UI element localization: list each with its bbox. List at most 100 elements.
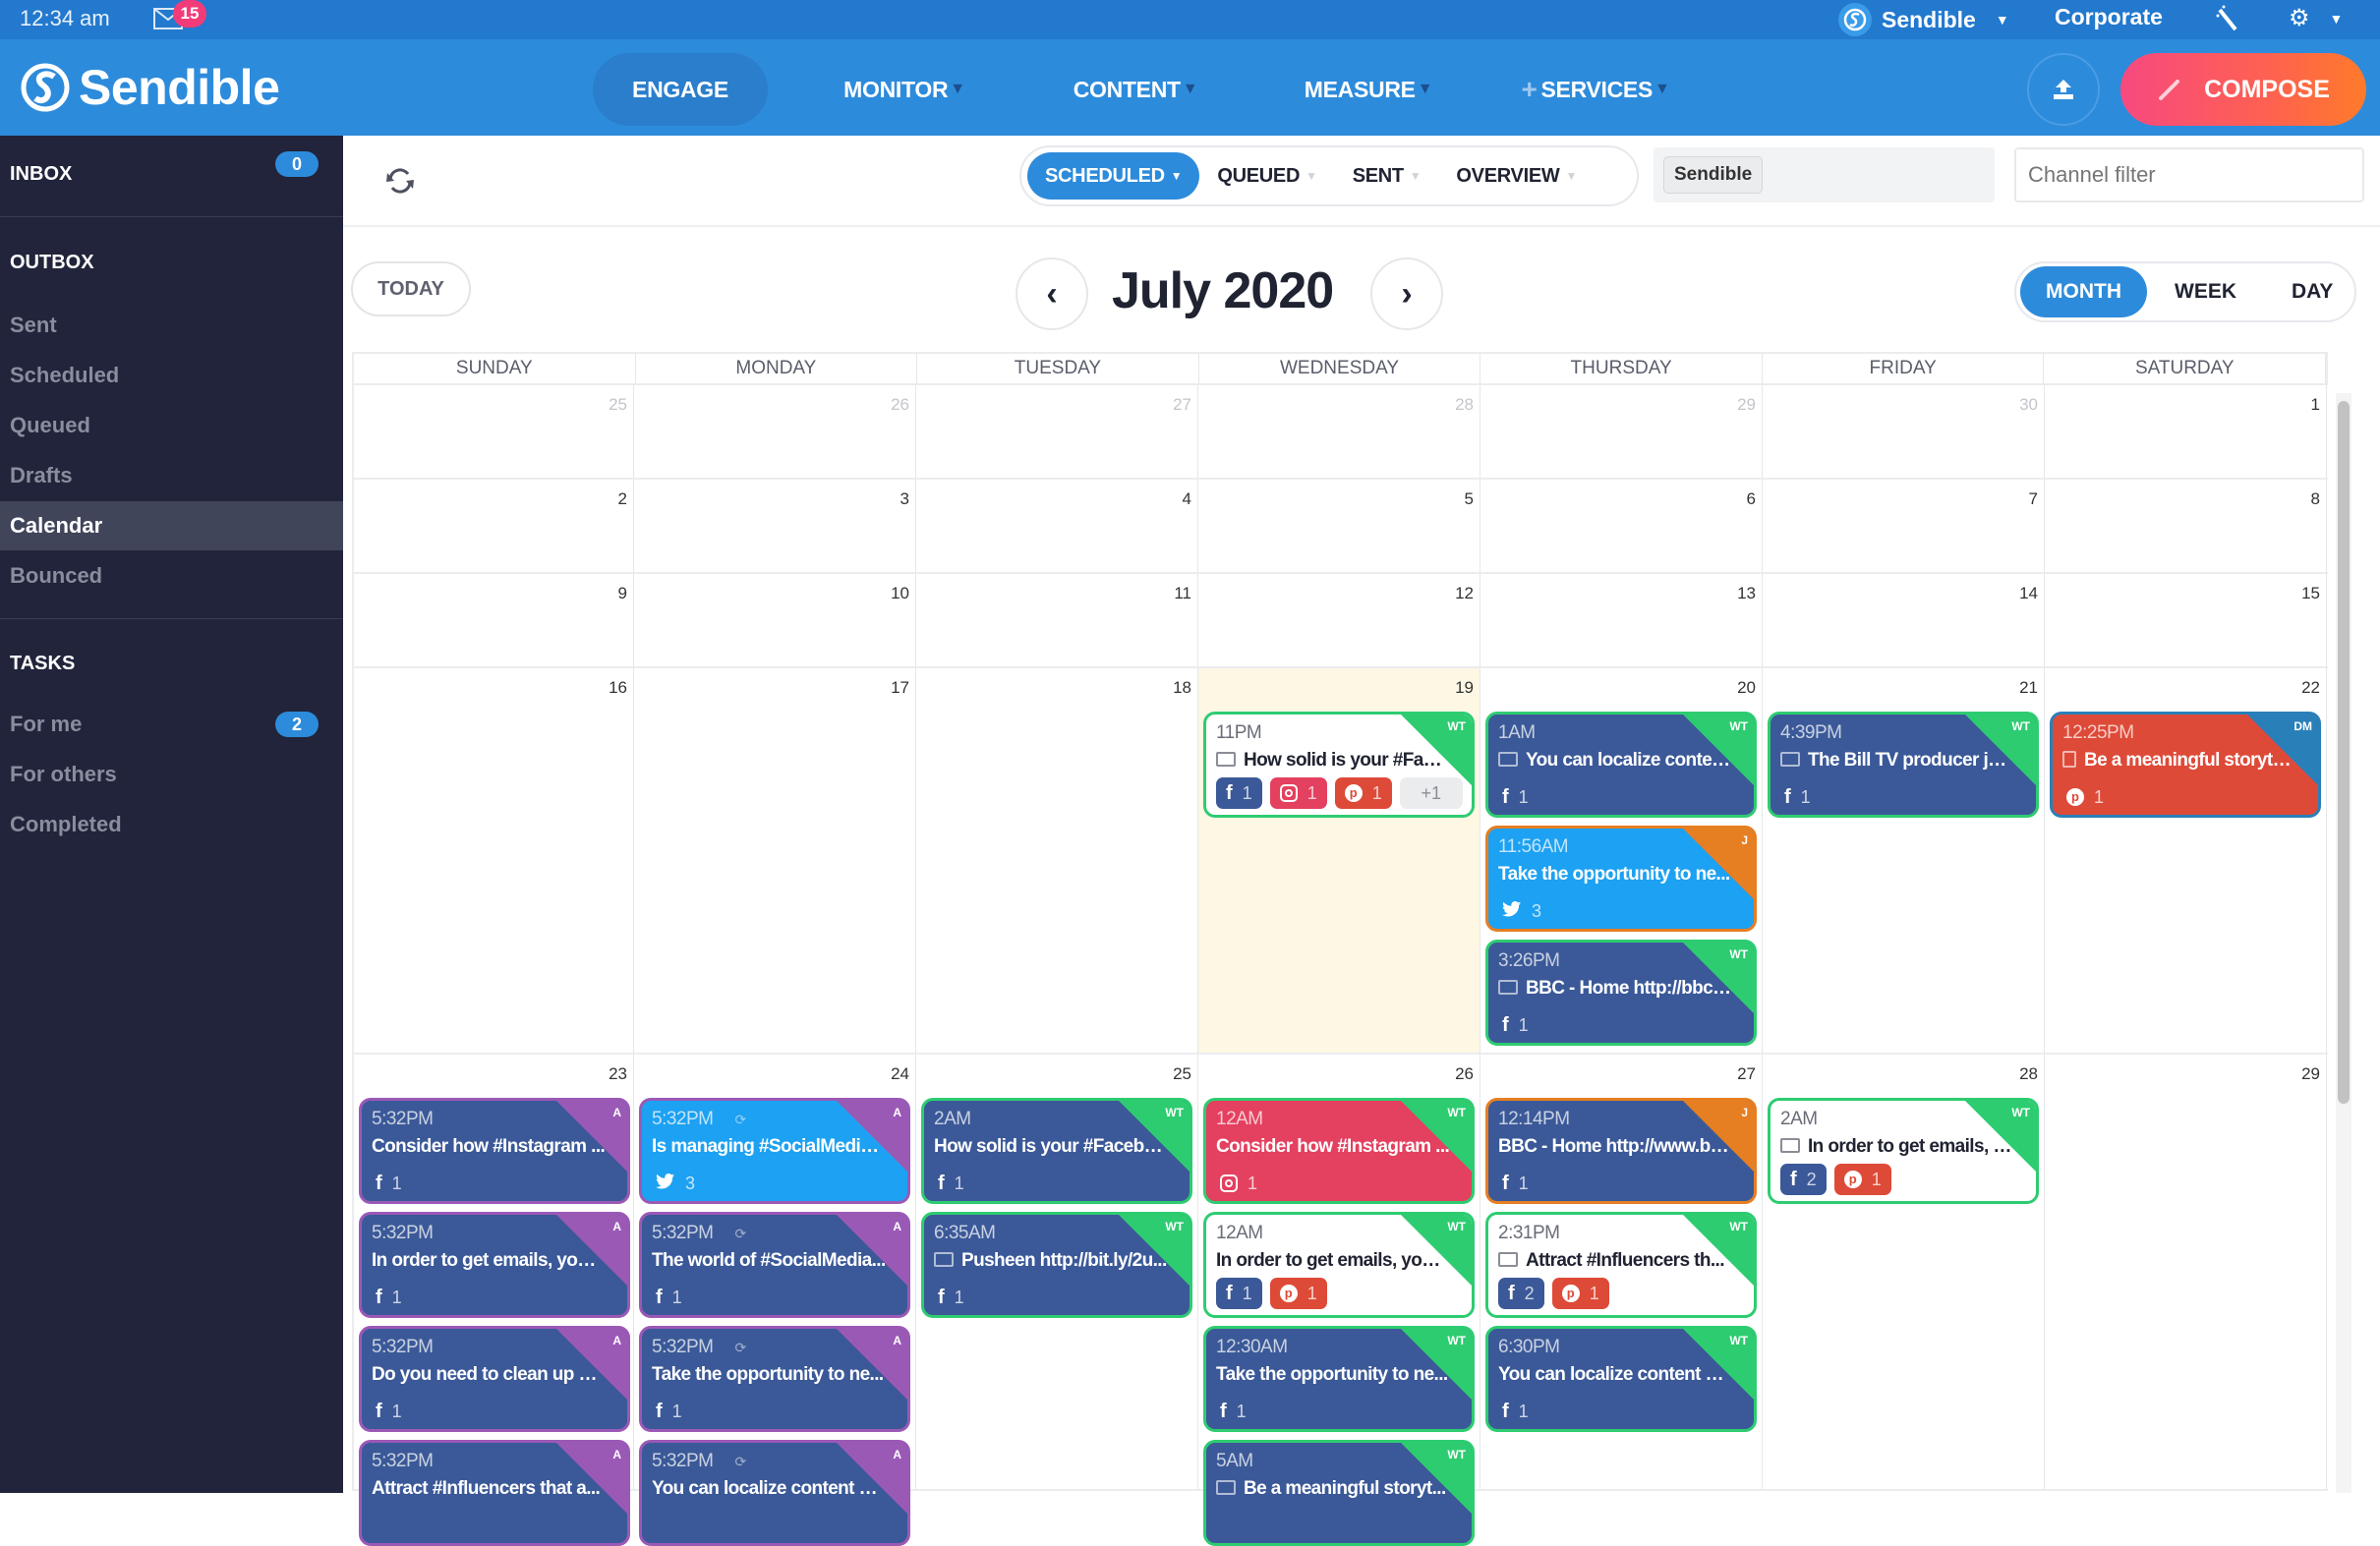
tab-overview[interactable]: OVERVIEW ▼ (1438, 152, 1595, 200)
calendar-day-cell[interactable]: 6 (1480, 480, 1763, 572)
account-switcher[interactable]: Sendible ▼ (1838, 2, 2009, 37)
scheduled-post-card[interactable]: A 5:32PM Do you need to clean up yo... f 1 (359, 1326, 630, 1432)
scheduled-post-card[interactable]: WT 6:35AM Pusheen http://bit.ly/2u... f 1 (921, 1212, 1192, 1318)
calendar-day-cell[interactable]: 29 (2045, 1055, 2327, 1489)
sidebar-item-scheduled[interactable]: Scheduled (0, 351, 343, 400)
calendar-day-cell[interactable]: 14 (1763, 574, 2045, 666)
scheduled-post-card[interactable]: WT 5AM Be a meaningful storyt... (1203, 1440, 1475, 1546)
calendar-day-cell[interactable]: 20 WT 1AM You can localize conten... f 1 J 11:5… (1480, 668, 1763, 1053)
calendar-day-cell[interactable]: 9 (352, 574, 634, 666)
nav-services[interactable]: + SERVICES ▼ (1512, 53, 1679, 126)
scheduled-post-card[interactable]: WT 11PM How solid is your #Face... f 1 1 p 1 +1 (1203, 712, 1475, 818)
calendar-day-cell[interactable]: 26 (634, 385, 916, 478)
calendar-day-cell[interactable]: 22 DM 12:25PM Be a meaningful storytell... p… (2045, 668, 2327, 1053)
sidebar-inbox[interactable]: INBOX (10, 163, 72, 186)
calendar-day-cell[interactable]: 7 (1763, 480, 2045, 572)
day-number: 24 (891, 1064, 909, 1083)
account-filter-tag[interactable]: Sendible (1663, 156, 1764, 194)
calendar-day-cell[interactable]: 1 (2045, 385, 2327, 478)
scheduled-post-card[interactable]: WT 3:26PM BBC - Home http://bbc.i... f 1 (1485, 940, 1757, 1046)
day-number: 1 (2310, 395, 2320, 414)
calendar-scrollbar[interactable] (2336, 393, 2351, 1493)
calendar-day-cell[interactable]: 15 (2045, 574, 2327, 666)
next-month-button[interactable]: › (1370, 258, 1443, 330)
calendar-day-cell[interactable]: 28 (1198, 385, 1480, 478)
calendar-day-cell[interactable]: 26 WT 12AM Consider how #Instagram ... 1 WT 12… (1198, 1055, 1480, 1546)
calendar-day-cell[interactable]: 17 (634, 668, 916, 1053)
calendar-day-cell[interactable]: 13 (1480, 574, 1763, 666)
brand-logo[interactable]: Sendible (20, 59, 280, 116)
refresh-button[interactable] (380, 161, 420, 200)
view-month[interactable]: MONTH (2020, 266, 2147, 317)
calendar-day-cell[interactable]: 3 (634, 480, 916, 572)
compose-button[interactable]: COMPOSE (2120, 53, 2366, 126)
scheduled-post-card[interactable]: A 5:32PM ⟳ The world of #SocialMedia... f 1 (639, 1212, 910, 1318)
calendar-day-cell[interactable]: 16 (352, 668, 634, 1053)
scheduled-post-card[interactable]: J 11:56AM Take the opportunity to ne... 3 (1485, 826, 1757, 932)
scheduled-post-card[interactable]: WT 1AM You can localize conten... f 1 (1485, 712, 1757, 818)
nav-monitor[interactable]: MONITOR ▼ (826, 53, 983, 126)
calendar-day-cell[interactable]: 27 J 12:14PM BBC - Home http://www.bb... f 1 W… (1480, 1055, 1763, 1489)
calendar-day-cell[interactable]: 24 A 5:32PM ⟳ Is managing #SocialMedia ... 3 A… (634, 1055, 916, 1546)
scheduled-post-card[interactable]: WT 4:39PM The Bill TV producer jail... f 1 (1768, 712, 2039, 818)
upload-button[interactable] (2027, 53, 2100, 126)
day-number: 11 (1174, 584, 1191, 602)
settings-menu[interactable]: ⚙ ▼ (2289, 4, 2343, 32)
scrollbar-thumb[interactable] (2338, 401, 2350, 1104)
scheduled-post-card[interactable]: WT 6:30PM You can localize content w... f 1 (1485, 1326, 1757, 1432)
scheduled-post-card[interactable]: WT 12AM In order to get emails, you ... f 1 p… (1203, 1212, 1475, 1318)
calendar-day-cell[interactable]: 23 A 5:32PM Consider how #Instagram ... f 1 A 5… (352, 1055, 634, 1546)
calendar-day-cell[interactable]: 12 (1198, 574, 1480, 666)
scheduled-post-card[interactable]: A 5:32PM ⟳ You can localize content w... (639, 1440, 910, 1546)
tab-sent[interactable]: SENT ▼ (1335, 152, 1439, 200)
sidebar-item-completed[interactable]: Completed (0, 800, 343, 849)
calendar-day-cell[interactable]: 18 (916, 668, 1198, 1053)
scheduled-post-card[interactable]: A 5:32PM Consider how #Instagram ... f 1 (359, 1098, 630, 1204)
today-button[interactable]: TODAY (351, 261, 471, 316)
scheduled-post-card[interactable]: WT 12AM Consider how #Instagram ... 1 (1203, 1098, 1475, 1204)
channel-filter-input[interactable] (2014, 147, 2364, 202)
sidebar-item-for-others[interactable]: For others (0, 750, 343, 799)
scheduled-post-card[interactable]: DM 12:25PM Be a meaningful storytell... p 1 (2050, 712, 2321, 818)
scheduled-post-card[interactable]: A 5:32PM In order to get emails, you h... f… (359, 1212, 630, 1318)
nav-engage[interactable]: ENGAGE (593, 53, 768, 126)
sidebar-item-drafts[interactable]: Drafts (0, 451, 343, 500)
workspace-name[interactable]: Corporate (2055, 4, 2163, 30)
calendar-day-cell[interactable]: 25 WT 2AM How solid is your #Facebo... f 1 WT 6… (916, 1055, 1198, 1489)
account-filter-input[interactable]: Sendible (1654, 147, 1995, 202)
sidebar-item-sent[interactable]: Sent (0, 301, 343, 350)
calendar-day-cell[interactable]: 10 (634, 574, 916, 666)
calendar-day-cell[interactable]: 4 (916, 480, 1198, 572)
sidebar-item-bounced[interactable]: Bounced (0, 551, 343, 601)
tab-queued[interactable]: QUEUED ▼ (1199, 152, 1334, 200)
scheduled-post-card[interactable]: WT 2AM How solid is your #Facebo... f 1 (921, 1098, 1192, 1204)
calendar-day-cell[interactable]: 2 (352, 480, 634, 572)
prev-month-button[interactable]: ‹ (1016, 258, 1088, 330)
calendar-day-cell[interactable]: 11 (916, 574, 1198, 666)
view-week[interactable]: WEEK (2147, 266, 2264, 317)
scheduled-post-card[interactable]: A 5:32PM ⟳ Take the opportunity to ne... f 1 (639, 1326, 910, 1432)
nav-content[interactable]: CONTENT ▼ (1062, 53, 1209, 126)
nav-measure[interactable]: MEASURE ▼ (1290, 53, 1447, 126)
scheduled-post-card[interactable]: WT 2:31PM Attract #Influencers th... f 2 p 1 (1485, 1212, 1757, 1318)
calendar-day-cell[interactable]: 28 WT 2AM In order to get emails, y... f 2 p 1 (1763, 1055, 2045, 1489)
calendar-day-cell[interactable]: 8 (2045, 480, 2327, 572)
tab-scheduled[interactable]: SCHEDULED ▼ (1027, 152, 1200, 200)
magic-wand-icon[interactable] (2212, 4, 2243, 35)
post-text: Take the opportunity to ne... (1498, 864, 1732, 886)
calendar-day-cell[interactable]: 29 (1480, 385, 1763, 478)
scheduled-post-card[interactable]: J 12:14PM BBC - Home http://www.bb... f 1 (1485, 1098, 1757, 1204)
calendar-day-cell[interactable]: 30 (1763, 385, 2045, 478)
view-day[interactable]: DAY (2264, 266, 2360, 317)
calendar-day-cell[interactable]: 19 WT 11PM How solid is your #Face... f 1 1 p 1 +… (1198, 668, 1480, 1053)
calendar-day-cell[interactable]: 25 (352, 385, 634, 478)
sidebar-item-queued[interactable]: Queued (0, 401, 343, 450)
sidebar-item-calendar[interactable]: Calendar (0, 501, 343, 550)
scheduled-post-card[interactable]: A 5:32PM ⟳ Is managing #SocialMedia ... 3 (639, 1098, 910, 1204)
scheduled-post-card[interactable]: WT 12:30AM Take the opportunity to ne... f 1 (1203, 1326, 1475, 1432)
calendar-day-cell[interactable]: 27 (916, 385, 1198, 478)
calendar-day-cell[interactable]: 5 (1198, 480, 1480, 572)
scheduled-post-card[interactable]: WT 2AM In order to get emails, y... f 2 p 1 (1768, 1098, 2039, 1204)
calendar-day-cell[interactable]: 21 WT 4:39PM The Bill TV producer jail... f 1 (1763, 668, 2045, 1053)
scheduled-post-card[interactable]: A 5:32PM Attract #Influencers that a... (359, 1440, 630, 1546)
